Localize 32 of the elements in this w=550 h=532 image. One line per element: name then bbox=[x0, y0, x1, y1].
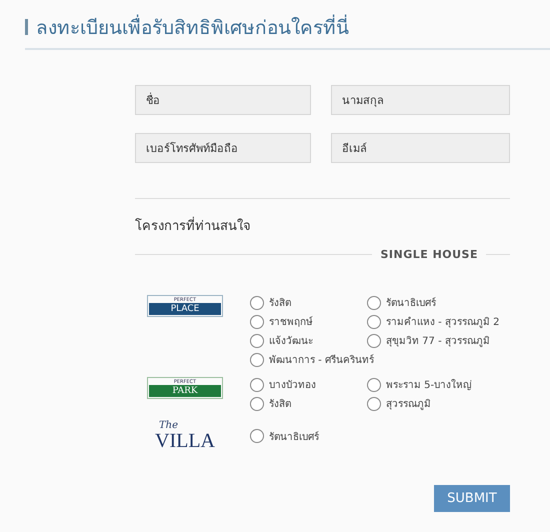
option-label[interactable]: รังสิต bbox=[269, 295, 291, 310]
radio-button[interactable] bbox=[250, 429, 264, 443]
option-label[interactable]: ราชพฤกษ์ bbox=[269, 314, 313, 329]
projects-label: โครงการที่ท่านสนใจ bbox=[135, 215, 510, 236]
radio-button[interactable] bbox=[250, 378, 264, 392]
option-label[interactable]: รังสิต bbox=[269, 396, 291, 411]
radio-button[interactable] bbox=[250, 352, 264, 366]
option-label[interactable]: รัตนาธิเบศร์ bbox=[269, 428, 319, 444]
radio-button[interactable] bbox=[250, 314, 264, 328]
input-field[interactable]: อีเมล์ bbox=[331, 133, 510, 163]
radio-button[interactable] bbox=[250, 334, 264, 348]
radio-button[interactable] bbox=[367, 334, 381, 348]
radio-button[interactable] bbox=[367, 314, 381, 328]
option-label[interactable]: รามคำแหง - สุวรรณภูมิ 2 bbox=[386, 314, 500, 329]
input-field[interactable]: ชื่อ bbox=[135, 85, 311, 115]
option-label[interactable]: บางบัวทอง bbox=[269, 377, 316, 392]
option-label[interactable]: สุวรรณภูมิ bbox=[386, 396, 431, 411]
input-field[interactable]: เบอร์โทรศัพท์มือถือ bbox=[135, 133, 311, 163]
project-logo: The VILLA bbox=[154, 421, 216, 451]
option-label[interactable]: พัฒนาการ - ศรีนครินทร์ bbox=[269, 352, 374, 367]
option-label[interactable]: รัตนาธิเบศร์ bbox=[386, 295, 436, 310]
input-field[interactable]: นามสกุล bbox=[331, 85, 510, 115]
radio-button[interactable] bbox=[250, 396, 264, 410]
section-title: SINGLE HOUSE bbox=[380, 248, 478, 261]
page-title: ลงทะเบียนเพื่อรับสิทธิพิเศษก่อนใครที่นี่ bbox=[36, 12, 349, 42]
radio-button[interactable] bbox=[367, 396, 381, 410]
option-label[interactable]: แจ้งวัฒนะ bbox=[269, 333, 313, 348]
radio-button[interactable] bbox=[367, 296, 381, 310]
radio-button[interactable] bbox=[367, 378, 381, 392]
option-label[interactable]: พระราม 5-บางใหญ่ bbox=[386, 377, 472, 392]
option-label[interactable]: สุขุมวิท 77 - สุวรรณภูมิ bbox=[386, 333, 490, 348]
radio-button[interactable] bbox=[250, 296, 264, 310]
